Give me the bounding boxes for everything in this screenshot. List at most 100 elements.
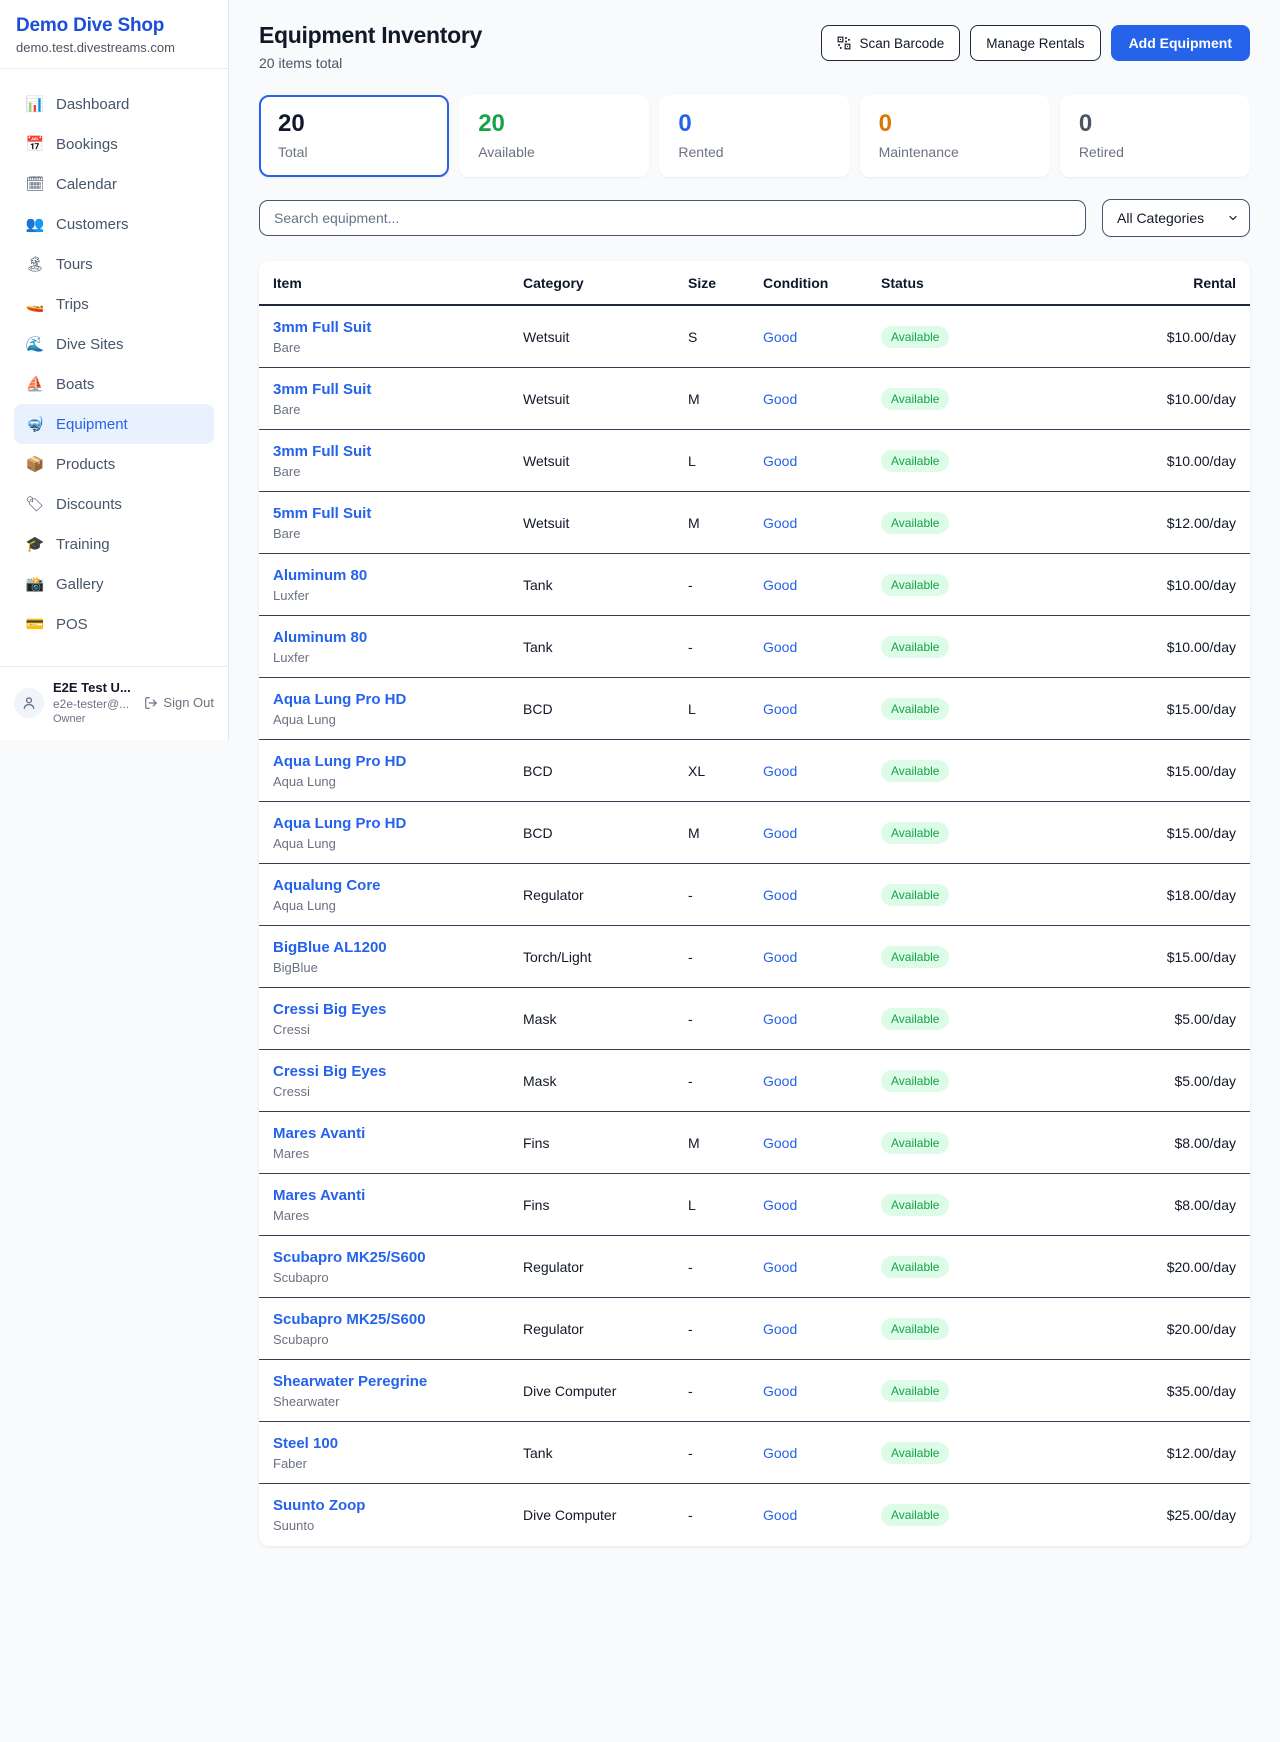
item-brand: Scubapro [273,1332,523,1347]
item-condition-link[interactable]: Good [763,1507,881,1523]
item-condition-link[interactable]: Good [763,515,881,531]
bookings-icon: 📅 [25,135,45,153]
sidebar-item-customers[interactable]: 👥 Customers [14,204,214,244]
item-name-link[interactable]: Cressi Big Eyes [273,1001,386,1018]
item-name-link[interactable]: Mares Avanti [273,1187,365,1204]
brand-link[interactable]: Demo Dive Shop [16,15,212,37]
sidebar-item-pos[interactable]: 💳 POS [14,604,214,644]
status-badge: Available [881,946,949,968]
item-condition-link[interactable]: Good [763,639,881,655]
item-size: M [688,391,763,407]
stat-card-rented[interactable]: 0 Rented [659,95,849,177]
item-name-link[interactable]: Suunto Zoop [273,1497,365,1514]
item-name-link[interactable]: BigBlue AL1200 [273,939,387,956]
table-row: Aluminum 80 Luxfer Tank - Good Available… [259,554,1250,616]
user-role: Owner [53,713,135,725]
item-condition-link[interactable]: Good [763,949,881,965]
stat-card-retired[interactable]: 0 Retired [1060,95,1250,177]
search-input[interactable] [259,200,1086,236]
item-condition-link[interactable]: Good [763,825,881,841]
item-size: - [688,1383,763,1399]
sidebar-item-gallery[interactable]: 📸 Gallery [14,564,214,604]
item-name-link[interactable]: 5mm Full Suit [273,505,371,522]
item-condition-link[interactable]: Good [763,887,881,903]
item-condition-link[interactable]: Good [763,1321,881,1337]
item-condition-link[interactable]: Good [763,1445,881,1461]
sidebar-item-label: Customers [56,216,129,233]
stat-value: 0 [1079,110,1231,138]
table-row: Aqualung Core Aqua Lung Regulator - Good… [259,864,1250,926]
item-name-link[interactable]: Steel 100 [273,1435,338,1452]
item-condition-link[interactable]: Good [763,1383,881,1399]
item-name-link[interactable]: Cressi Big Eyes [273,1063,386,1080]
sign-out-button[interactable]: Sign Out [144,695,214,710]
item-condition-link[interactable]: Good [763,391,881,407]
item-name-link[interactable]: Aqua Lung Pro HD [273,753,406,770]
item-name-link[interactable]: Scubapro MK25/S600 [273,1311,426,1328]
status-badge: Available [881,1504,949,1526]
sidebar-item-label: Boats [56,376,94,393]
col-header-size: Size [688,275,763,291]
item-condition-link[interactable]: Good [763,329,881,345]
item-rental: $15.00/day [1026,949,1236,965]
item-brand: Aqua Lung [273,774,523,789]
scan-barcode-button[interactable]: Scan Barcode [821,25,960,61]
customers-icon: 👥 [25,215,45,233]
item-brand: Cressi [273,1022,523,1037]
item-name-link[interactable]: 3mm Full Suit [273,381,371,398]
scan-barcode-label: Scan Barcode [859,36,944,51]
item-condition-link[interactable]: Good [763,1135,881,1151]
sidebar-item-dashboard[interactable]: 📊 Dashboard [14,84,214,124]
add-equipment-button[interactable]: Add Equipment [1111,25,1250,61]
sidebar-item-discounts[interactable]: 🏷 Discounts [14,484,214,524]
item-condition-link[interactable]: Good [763,453,881,469]
status-badge: Available [881,512,949,534]
sidebar-item-calendar[interactable]: 🗓 Calendar [14,164,214,204]
item-category: Fins [523,1135,688,1151]
item-brand: Aqua Lung [273,898,523,913]
item-category: Torch/Light [523,949,688,965]
sidebar-item-bookings[interactable]: 📅 Bookings [14,124,214,164]
sidebar-item-training[interactable]: 🎓 Training [14,524,214,564]
item-name-link[interactable]: Scubapro MK25/S600 [273,1249,426,1266]
item-category: Wetsuit [523,329,688,345]
item-condition-link[interactable]: Good [763,577,881,593]
item-name-link[interactable]: Aqua Lung Pro HD [273,691,406,708]
category-select[interactable]: All Categories [1102,199,1250,237]
filter-row: All Categories [259,199,1250,237]
products-icon: 📦 [25,455,45,473]
sidebar-item-equipment[interactable]: 🤿 Equipment [14,404,214,444]
stat-card-total[interactable]: 20 Total [259,95,449,177]
manage-rentals-button[interactable]: Manage Rentals [970,25,1100,61]
status-badge: Available [881,1070,949,1092]
item-condition-link[interactable]: Good [763,763,881,779]
stat-card-maintenance[interactable]: 0 Maintenance [860,95,1050,177]
item-name-link[interactable]: 3mm Full Suit [273,319,371,336]
app-root: Demo Dive Shop demo.test.divestreams.com… [0,0,1280,1742]
item-name-link[interactable]: Mares Avanti [273,1125,365,1142]
item-rental: $8.00/day [1026,1135,1236,1151]
item-name-link[interactable]: Aqualung Core [273,877,381,894]
item-condition-link[interactable]: Good [763,701,881,717]
sidebar-item-boats[interactable]: ⛵ Boats [14,364,214,404]
dive-sites-icon: 🌊 [25,335,45,353]
sidebar-item-label: Trips [56,296,89,313]
sidebar-item-trips[interactable]: 🚤 Trips [14,284,214,324]
item-condition-link[interactable]: Good [763,1011,881,1027]
item-condition-link[interactable]: Good [763,1073,881,1089]
item-condition-link[interactable]: Good [763,1259,881,1275]
sidebar-item-products[interactable]: 📦 Products [14,444,214,484]
sidebar-item-dive-sites[interactable]: 🌊 Dive Sites [14,324,214,364]
sidebar-item-tours[interactable]: 🏝 Tours [14,244,214,284]
item-brand: BigBlue [273,960,523,975]
item-name-link[interactable]: Aluminum 80 [273,629,367,646]
stat-card-available[interactable]: 20 Available [459,95,649,177]
item-name-link[interactable]: Aluminum 80 [273,567,367,584]
item-condition-link[interactable]: Good [763,1197,881,1213]
brand-domain: demo.test.divestreams.com [16,40,212,55]
item-name-link[interactable]: Shearwater Peregrine [273,1373,427,1390]
item-rental: $12.00/day [1026,1445,1236,1461]
item-name-link[interactable]: Aqua Lung Pro HD [273,815,406,832]
sign-out-icon [144,696,158,710]
item-name-link[interactable]: 3mm Full Suit [273,443,371,460]
